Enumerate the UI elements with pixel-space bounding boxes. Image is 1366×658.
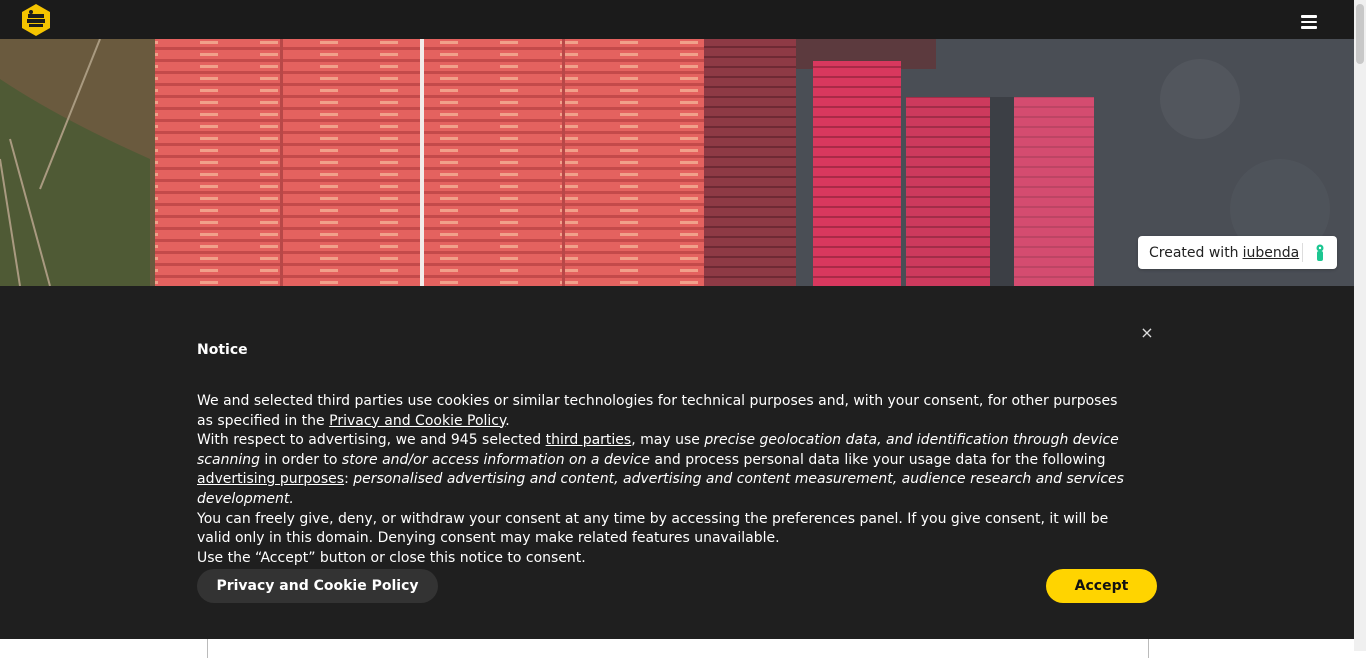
badge-prefix: Created with: [1149, 244, 1239, 261]
notice-paragraph-2: With respect to advertising, we and 945 …: [197, 432, 1124, 507]
third-parties-link[interactable]: third parties: [546, 432, 632, 448]
iubenda-link[interactable]: iubenda: [1243, 245, 1300, 261]
page-scrollbar[interactable]: [1354, 0, 1366, 651]
content-frame: [207, 638, 1149, 658]
accept-button[interactable]: Accept: [1046, 569, 1157, 603]
advertising-purposes-link[interactable]: advertising purposes: [197, 471, 344, 487]
hamburger-icon[interactable]: [1298, 15, 1320, 33]
notice-paragraph-1: We and selected third parties use cookie…: [197, 393, 1118, 429]
cookie-notice-banner: Notice × We and selected third parties u…: [0, 286, 1354, 639]
privacy-policy-button[interactable]: Privacy and Cookie Policy: [197, 569, 438, 603]
close-icon[interactable]: ×: [1140, 325, 1154, 341]
iubenda-badge[interactable]: Created with iubenda: [1138, 236, 1337, 269]
privacy-policy-link[interactable]: Privacy and Cookie Policy: [329, 413, 505, 429]
bird-logo-icon: [22, 4, 50, 36]
iubenda-icon: [1316, 244, 1324, 261]
notice-paragraph-3: You can freely give, deny, or withdraw y…: [197, 510, 1109, 547]
site-logo[interactable]: [19, 3, 53, 37]
badge-divider: [1302, 243, 1303, 262]
notice-body: We and selected third parties use cookie…: [197, 392, 1127, 568]
scrollbar-thumb[interactable]: [1356, 4, 1364, 64]
top-navbar: [0, 0, 1354, 39]
notice-paragraph-4: Use the “Accept” button or close this no…: [197, 549, 586, 566]
notice-title: Notice: [197, 342, 248, 358]
